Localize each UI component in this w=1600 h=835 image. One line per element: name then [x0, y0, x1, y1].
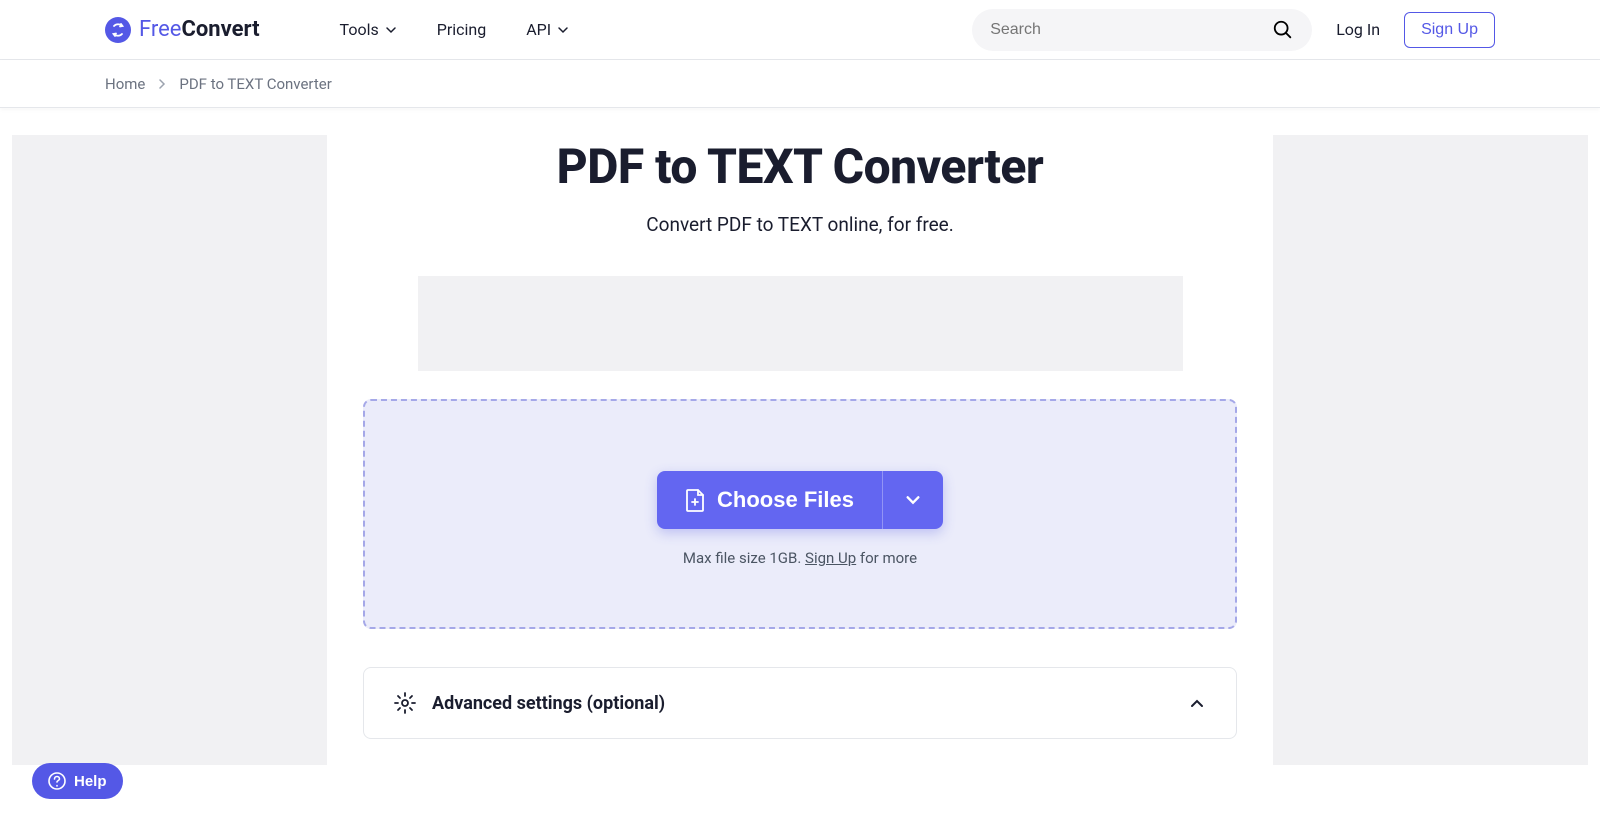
gear-icon — [394, 692, 416, 714]
choose-files-button[interactable]: Choose Files — [657, 471, 882, 529]
search-box[interactable] — [972, 9, 1312, 51]
search-icon[interactable] — [1272, 19, 1294, 41]
dropzone[interactable]: Choose Files Max file size 1GB. Sign Up … — [363, 399, 1237, 629]
breadcrumb-current: PDF to TEXT Converter — [179, 75, 331, 93]
nav-pricing[interactable]: Pricing — [437, 20, 487, 39]
logo-icon — [105, 17, 131, 43]
breadcrumb: Home PDF to TEXT Converter — [0, 60, 1600, 108]
logo-text: FreeConvert — [139, 17, 260, 42]
chevron-up-icon — [1188, 694, 1206, 712]
file-add-icon — [685, 488, 705, 512]
search-input[interactable] — [990, 21, 1272, 39]
ad-banner — [418, 276, 1183, 371]
page-title: PDF to TEXT Converter — [363, 138, 1237, 195]
signup-inline-link[interactable]: Sign Up — [805, 549, 856, 567]
login-link[interactable]: Log In — [1336, 20, 1380, 39]
help-icon — [48, 772, 66, 790]
advanced-settings-toggle[interactable]: Advanced settings (optional) — [363, 667, 1237, 739]
page-subtitle: Convert PDF to TEXT online, for free. — [363, 213, 1237, 236]
choose-files-label: Choose Files — [717, 487, 854, 513]
chevron-down-icon — [905, 492, 921, 508]
chevron-right-icon — [157, 79, 167, 89]
nav-pricing-label: Pricing — [437, 20, 487, 39]
sidebar-ad-right — [1273, 135, 1588, 765]
choose-files-dropdown[interactable] — [882, 471, 943, 529]
breadcrumb-home[interactable]: Home — [105, 75, 145, 93]
nav-api[interactable]: API — [526, 20, 569, 39]
sidebar-ad-left — [12, 135, 327, 765]
help-button[interactable]: Help — [32, 763, 123, 799]
chevron-down-icon — [385, 24, 397, 36]
logo[interactable]: FreeConvert — [105, 17, 260, 43]
nav-api-label: API — [526, 20, 551, 39]
advanced-settings-label: Advanced settings (optional) — [432, 693, 665, 714]
nav-tools[interactable]: Tools — [340, 20, 397, 39]
max-file-text: Max file size 1GB. Sign Up for more — [683, 549, 917, 567]
signup-button[interactable]: Sign Up — [1404, 12, 1495, 48]
help-label: Help — [74, 773, 107, 790]
nav-tools-label: Tools — [340, 20, 379, 39]
chevron-down-icon — [557, 24, 569, 36]
